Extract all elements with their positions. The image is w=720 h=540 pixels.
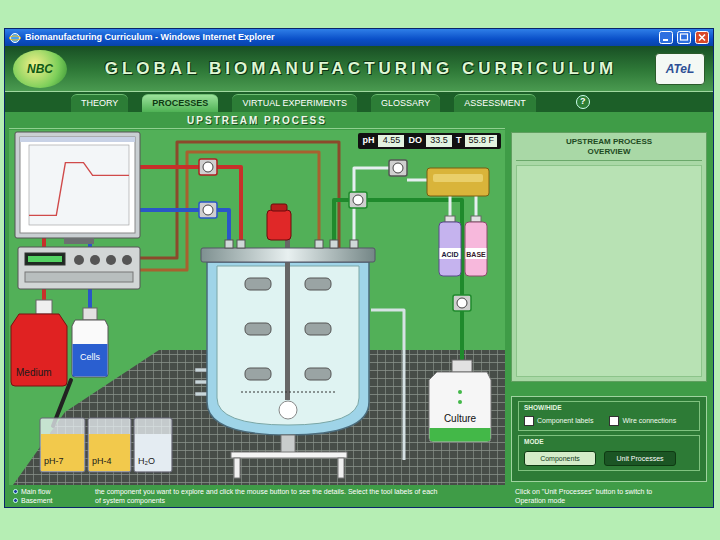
acid-label: ACID [441, 251, 458, 258]
chart-line [29, 163, 129, 216]
legend-dot [13, 498, 18, 503]
controls-panel: SHOW/HIDE Component labels Wire connectio… [511, 396, 707, 482]
option-checkbox[interactable] [609, 416, 619, 426]
legend-label: Main flow [21, 487, 51, 496]
option-row[interactable]: Wire connections [609, 416, 676, 426]
pump[interactable] [199, 159, 217, 175]
instruction-line: the component you want to explore and cl… [95, 487, 509, 496]
legend-dot [13, 489, 18, 494]
option-label: Wire connections [622, 417, 676, 425]
nav-tab[interactable]: VIRTUAL EXPERIMENTS [232, 94, 357, 112]
pump[interactable] [453, 295, 471, 311]
beaker-liquid [41, 434, 84, 471]
atel-logo: ATeL [655, 53, 705, 85]
medium-label: Medium [16, 367, 52, 378]
overview-title-line: UPSTREAM PROCESS [516, 137, 702, 147]
option-row[interactable]: Component labels [524, 416, 593, 426]
atel-logo-text: ATeL [666, 60, 695, 78]
base-label: BASE [466, 251, 486, 258]
beaker[interactable]: H₂O [134, 418, 172, 472]
show-hide-title: SHOW/HIDE [524, 404, 694, 412]
readout-value: 4.55 [378, 135, 404, 147]
main-nav: THEORY PROCESSES VIRTUAL EXPERIMENTS GLOSSA… [5, 92, 713, 112]
instructions: the component you want to explore and cl… [95, 487, 509, 507]
acid-bottle[interactable]: ACID [439, 216, 461, 276]
culture-label: Culture [444, 413, 477, 424]
legend-label: Basement [21, 496, 53, 505]
overview-panel: UPSTREAM PROCESSOVERVIEW [511, 132, 707, 382]
close-icon[interactable] [695, 31, 709, 44]
process-diagram: Medium Cells pH-7 pH-4 H₂O [9, 130, 505, 485]
bioreactor[interactable] [195, 204, 375, 478]
mode-button[interactable]: Unit Processes [604, 451, 676, 466]
help-button[interactable]: ? [576, 95, 590, 109]
monitor[interactable] [15, 132, 140, 244]
main-area: Medium Cells pH-7 pH-4 H₂O [5, 130, 713, 485]
bioreactor-diagram: Medium Cells pH-7 pH-4 H₂O [9, 130, 505, 485]
app-title: GLOBAL BIOMANUFACTURING CURRICULUM [75, 56, 647, 82]
readout-label: DO [408, 135, 422, 147]
beaker-label: H₂O [138, 456, 155, 466]
window-title: Biomanufacturing Curriculum - Windows In… [25, 33, 655, 42]
overview-title-line: OVERVIEW [516, 147, 702, 157]
status-area: Main flowBasement the component you want… [5, 485, 713, 507]
pump[interactable] [199, 202, 217, 218]
nav-tab[interactable]: PROCESSES [142, 94, 218, 112]
side-panel: UPSTREAM PROCESSOVERVIEW SHOW/HIDE Compo… [511, 130, 707, 485]
mode-group: MODE Components Unit Processes [518, 435, 700, 471]
hint-line: Click on "Unit Processes" button to swit… [515, 487, 709, 496]
instruction-line: of system components [95, 496, 509, 505]
sensor-readouts: pH 4.55 DO 33.5 T55.8 F [358, 133, 501, 149]
readout-label: T [456, 135, 462, 147]
legend-item: Main flow [13, 487, 89, 496]
pump[interactable] [389, 160, 407, 176]
option-checkbox[interactable] [524, 416, 534, 426]
app-header: NBC GLOBAL BIOMANUFACTURING CURRICULUM A… [5, 46, 713, 92]
acid-base-controller[interactable] [427, 168, 489, 196]
readout-value: 33.5 [426, 135, 452, 147]
section-bar: UPSTREAM PROCESS [5, 112, 713, 130]
cells-bottle[interactable]: Cells [72, 308, 108, 377]
title-bar: Biomanufacturing Curriculum - Windows In… [5, 29, 713, 46]
beaker-liquid [89, 434, 130, 471]
culture-bottle[interactable]: Culture [429, 360, 491, 442]
pump[interactable] [349, 192, 367, 208]
medium-bottle[interactable]: Medium [11, 300, 67, 386]
legend: Main flowBasement [13, 487, 89, 507]
mode-button[interactable]: Components [524, 451, 596, 466]
browser-window: Biomanufacturing Curriculum - Windows In… [4, 28, 714, 508]
beaker[interactable]: pH-4 [88, 418, 131, 472]
overview-title: UPSTREAM PROCESSOVERVIEW [516, 137, 702, 161]
controller[interactable] [18, 247, 140, 289]
beaker-label: pH-7 [44, 456, 64, 466]
readout-label: pH [362, 135, 374, 147]
mode-hint: Click on "Unit Processes" button to swit… [515, 487, 709, 507]
minimize-icon[interactable] [659, 31, 673, 44]
maximize-icon[interactable] [677, 31, 691, 44]
show-hide-group: SHOW/HIDE Component labels Wire connectio… [518, 401, 700, 431]
base-bottle[interactable]: BASE [465, 216, 487, 276]
hint-line: Operation mode [515, 496, 709, 505]
beaker[interactable]: pH-7 [40, 418, 85, 472]
nav-tab[interactable]: GLOSSARY [371, 94, 440, 112]
cells-label: Cells [80, 352, 101, 362]
overview-content [516, 165, 702, 377]
option-label: Component labels [537, 417, 593, 425]
readout-value: 55.8 F [465, 135, 497, 147]
mode-title: MODE [524, 438, 694, 446]
nbc-logo: NBC [13, 50, 67, 88]
beaker-liquid [135, 434, 171, 471]
legend-item: Basement [13, 496, 89, 505]
beaker-label: pH-4 [92, 456, 112, 466]
section-title: UPSTREAM PROCESS [9, 113, 505, 129]
nav-tab[interactable]: ASSESSMENT [454, 94, 536, 112]
nav-tab[interactable]: THEORY [71, 94, 128, 112]
nbc-logo-text: NBC [27, 60, 53, 78]
browser-icon [9, 32, 21, 44]
